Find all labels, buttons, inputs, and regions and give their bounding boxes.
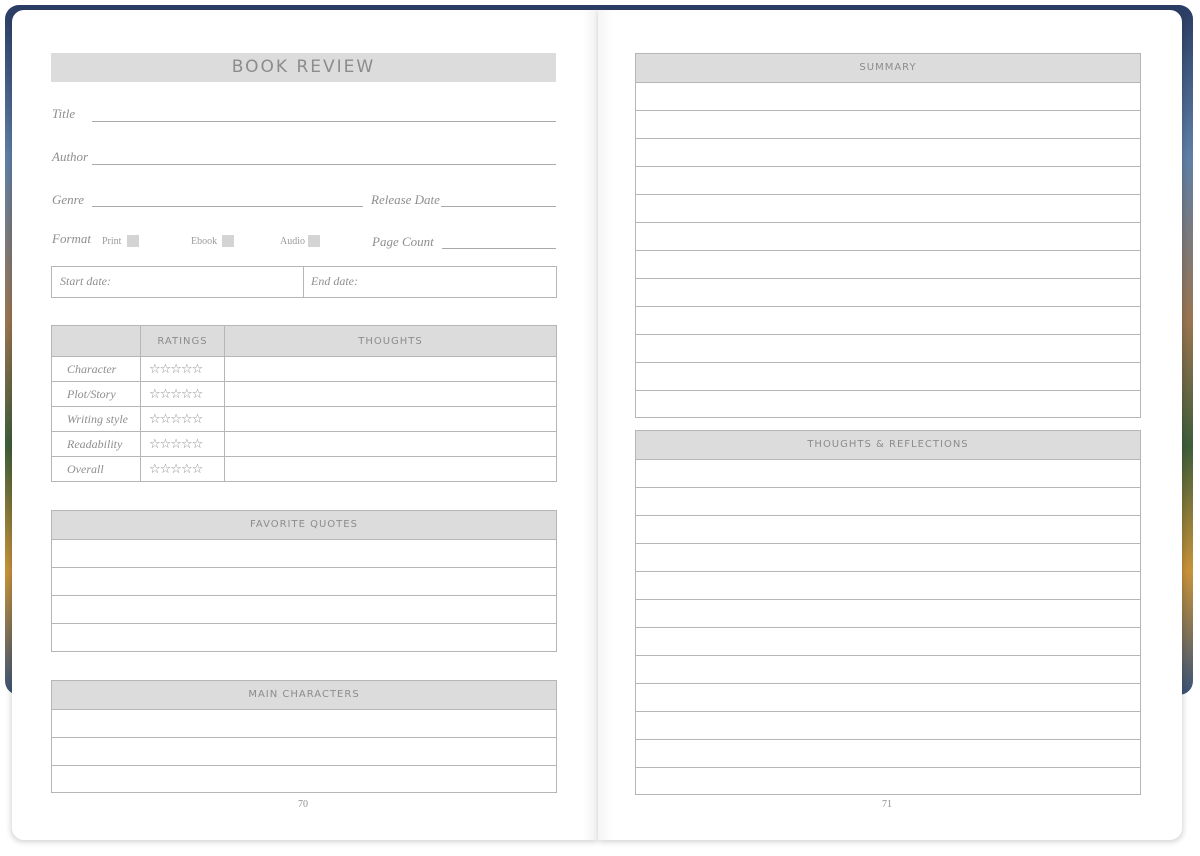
- rating-category-label: Overall: [51, 456, 141, 482]
- rating-category-label: Plot/Story: [51, 381, 141, 407]
- gutter-shadow: [598, 10, 614, 840]
- title-field[interactable]: [92, 121, 556, 122]
- writing-line[interactable]: [52, 567, 556, 595]
- rating-category-label: Readability: [51, 431, 141, 457]
- writing-line[interactable]: [636, 711, 1140, 739]
- thoughts-cell[interactable]: [224, 381, 557, 407]
- dates-divider: [303, 267, 304, 297]
- writing-line[interactable]: [636, 543, 1140, 571]
- writing-line[interactable]: [636, 278, 1140, 306]
- main-characters-heading: MAIN CHARACTERS: [52, 681, 556, 709]
- page-number: 71: [882, 799, 892, 810]
- gutter-shadow: [582, 10, 598, 840]
- writing-line[interactable]: [636, 222, 1140, 250]
- title-label: Title: [52, 106, 76, 121]
- thoughts-cell[interactable]: [224, 406, 557, 432]
- star-rating[interactable]: ☆☆☆☆☆: [140, 431, 225, 457]
- writing-line[interactable]: [636, 599, 1140, 627]
- writing-line[interactable]: [636, 110, 1140, 138]
- left-page: BOOK REVIEW Title Author Genre Release D…: [12, 10, 598, 840]
- thoughts-reflections-heading: THOUGHTS & REFLECTIONS: [636, 431, 1140, 459]
- writing-line[interactable]: [636, 571, 1140, 599]
- table-row: Overall ☆☆☆☆☆: [51, 456, 557, 482]
- summary-box: SUMMARY: [635, 53, 1141, 418]
- page-count-label: Page Count: [372, 234, 434, 249]
- writing-line[interactable]: [636, 82, 1140, 110]
- main-characters-box: MAIN CHARACTERS: [51, 680, 557, 793]
- rating-category-label: Writing style: [51, 406, 141, 432]
- writing-line[interactable]: [636, 362, 1140, 390]
- writing-line[interactable]: [636, 194, 1140, 222]
- end-date-label: End date:: [311, 274, 358, 288]
- format-option-ebook-label: Ebook: [191, 236, 218, 247]
- table-row: Character ☆☆☆☆☆: [51, 356, 557, 382]
- format-print-checkbox[interactable]: [127, 235, 139, 247]
- star-rating[interactable]: ☆☆☆☆☆: [140, 406, 225, 432]
- ratings-header-row: RATINGS THOUGHTS: [51, 325, 557, 357]
- writing-line[interactable]: [52, 737, 556, 765]
- ratings-header-blank: [51, 325, 141, 357]
- writing-line[interactable]: [636, 138, 1140, 166]
- summary-heading: SUMMARY: [636, 54, 1140, 82]
- writing-line[interactable]: [52, 595, 556, 623]
- writing-line[interactable]: [636, 767, 1140, 794]
- genre-field[interactable]: [92, 206, 363, 207]
- table-row: Writing style ☆☆☆☆☆: [51, 406, 557, 432]
- format-ebook-checkbox[interactable]: [222, 235, 234, 247]
- rating-category-label: Character: [51, 356, 141, 382]
- writing-line[interactable]: [636, 515, 1140, 543]
- writing-line[interactable]: [52, 623, 556, 651]
- reading-dates-box: Start date: End date:: [51, 266, 557, 298]
- author-label: Author: [52, 149, 89, 164]
- thoughts-cell[interactable]: [224, 356, 557, 382]
- thoughts-reflections-box: THOUGHTS & REFLECTIONS: [635, 430, 1141, 795]
- writing-line[interactable]: [52, 765, 556, 792]
- release-date-label: Release Date: [371, 192, 440, 207]
- format-option-audio-label: Audio: [280, 236, 305, 247]
- writing-line[interactable]: [636, 683, 1140, 711]
- writing-line[interactable]: [636, 250, 1140, 278]
- genre-label: Genre: [52, 192, 85, 207]
- writing-line[interactable]: [636, 334, 1140, 362]
- page-count-field[interactable]: [442, 248, 556, 249]
- thoughts-header: THOUGHTS: [224, 325, 557, 357]
- release-date-field[interactable]: [441, 206, 556, 207]
- author-field[interactable]: [92, 164, 556, 165]
- book-review-heading: BOOK REVIEW: [51, 53, 556, 82]
- star-rating[interactable]: ☆☆☆☆☆: [140, 456, 225, 482]
- writing-line[interactable]: [636, 459, 1140, 487]
- table-row: Readability ☆☆☆☆☆: [51, 431, 557, 457]
- thoughts-cell[interactable]: [224, 431, 557, 457]
- writing-line[interactable]: [52, 709, 556, 737]
- favorite-quotes-box: FAVORITE QUOTES: [51, 510, 557, 652]
- ratings-table: RATINGS THOUGHTS Character ☆☆☆☆☆ Plot/St…: [51, 325, 557, 482]
- star-rating[interactable]: ☆☆☆☆☆: [140, 381, 225, 407]
- writing-line[interactable]: [636, 390, 1140, 417]
- writing-line[interactable]: [636, 655, 1140, 683]
- right-page: SUMMARY THOUGHTS & REFLECTIONS 71: [598, 10, 1182, 840]
- writing-line[interactable]: [636, 739, 1140, 767]
- writing-line[interactable]: [636, 306, 1140, 334]
- table-row: Plot/Story ☆☆☆☆☆: [51, 381, 557, 407]
- format-label: Format: [52, 231, 91, 246]
- star-rating[interactable]: ☆☆☆☆☆: [140, 356, 225, 382]
- writing-line[interactable]: [636, 627, 1140, 655]
- ratings-header: RATINGS: [140, 325, 225, 357]
- thoughts-cell[interactable]: [224, 456, 557, 482]
- writing-line[interactable]: [636, 166, 1140, 194]
- format-option-print-label: Print: [102, 236, 122, 247]
- favorite-quotes-heading: FAVORITE QUOTES: [52, 511, 556, 539]
- format-audio-checkbox[interactable]: [308, 235, 320, 247]
- writing-line[interactable]: [52, 539, 556, 567]
- page-number: 70: [298, 799, 308, 810]
- start-date-label: Start date:: [60, 274, 111, 288]
- writing-line[interactable]: [636, 487, 1140, 515]
